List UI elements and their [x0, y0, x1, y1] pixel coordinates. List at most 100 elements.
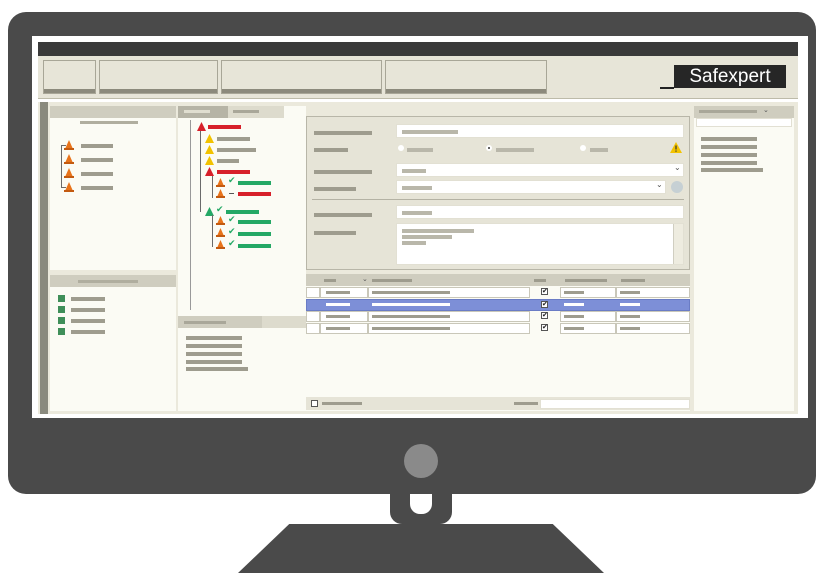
checkbox[interactable]: ✔ [541, 324, 548, 331]
tree-connector [200, 126, 201, 212]
checkbox[interactable]: ✔ [541, 288, 548, 295]
reference-field[interactable] [396, 205, 684, 219]
detail-line [186, 360, 242, 364]
measure-node-ok[interactable] [238, 244, 271, 248]
chevron-down-icon[interactable]: ⌄ [656, 180, 663, 189]
cell-value [372, 315, 450, 318]
title-bar [38, 42, 798, 56]
check-icon: ✔ [216, 204, 224, 214]
app-logo: Safexpert [674, 65, 786, 88]
form-label [314, 231, 356, 235]
right-list-item[interactable] [701, 161, 757, 165]
list-item[interactable] [71, 319, 105, 323]
check-icon: ✔ [228, 238, 236, 248]
check-icon: ✔ [228, 226, 236, 236]
radio-option-2[interactable] [486, 145, 492, 151]
right-list-item[interactable] [701, 168, 763, 172]
column-header[interactable] [565, 279, 607, 282]
left-dock-strip[interactable] [40, 102, 48, 414]
chevron-down-icon[interactable]: ⌄ [674, 163, 681, 172]
radio-option-1[interactable] [398, 145, 404, 151]
left-bottom-panel-title [78, 280, 138, 283]
category-select[interactable] [396, 163, 684, 177]
tab-inactive-label[interactable] [233, 110, 259, 113]
right-list-item[interactable] [701, 153, 757, 157]
details-tab-label [184, 321, 226, 324]
measure-node-ok[interactable] [238, 181, 271, 185]
ribbon-group-2[interactable] [99, 60, 218, 94]
list-item[interactable] [71, 297, 105, 301]
radio-option-1-label [407, 148, 433, 152]
tree-item-label[interactable] [81, 186, 113, 190]
name-field-value [402, 130, 458, 134]
hazard-node-critical[interactable] [208, 125, 241, 129]
column-header[interactable] [621, 279, 645, 282]
right-list-item[interactable] [701, 137, 757, 141]
ribbon-group-1[interactable] [43, 60, 96, 94]
cell-value [564, 291, 584, 294]
radio-option-2-label [496, 148, 534, 152]
hazard-node[interactable] [217, 159, 239, 163]
tree-item-label[interactable] [81, 144, 113, 148]
column-header[interactable] [324, 279, 336, 282]
details-tab-spacer [262, 316, 306, 328]
description-line [402, 241, 426, 245]
tree-item-label[interactable] [81, 158, 113, 162]
form-divider [312, 199, 684, 200]
cell-value [564, 327, 584, 330]
checkbox[interactable]: ✔ [541, 301, 548, 308]
monitor-base [238, 524, 604, 573]
status-circle-icon[interactable] [671, 181, 683, 193]
measure-node-open[interactable] [238, 192, 271, 196]
cell-value [372, 291, 450, 294]
footer-label [322, 402, 362, 405]
power-button-icon [404, 444, 438, 478]
logo-underline [660, 87, 674, 89]
list-item[interactable] [71, 308, 105, 312]
right-list-item[interactable] [701, 145, 757, 149]
measure-node-ok[interactable] [238, 220, 271, 224]
detail-line [186, 367, 248, 371]
row-selector[interactable] [306, 311, 320, 322]
list-item[interactable] [71, 330, 105, 334]
footer-checkbox[interactable] [311, 400, 318, 407]
tree-connector [212, 176, 213, 198]
form-label [314, 148, 348, 152]
chevron-down-icon[interactable]: ⌄ [763, 106, 769, 114]
ribbon-group-4[interactable] [385, 60, 547, 94]
row-selector[interactable] [306, 287, 320, 298]
radio-option-3-label [590, 148, 608, 152]
status-square-icon [58, 295, 65, 302]
column-header[interactable] [372, 279, 412, 282]
left-top-panel-header [50, 106, 176, 118]
textarea-scrollbar[interactable] [673, 224, 683, 264]
type-select-value [402, 186, 432, 190]
tab-active-label [184, 110, 210, 113]
tree-item-label[interactable] [81, 172, 113, 176]
ribbon-group-3[interactable] [221, 60, 382, 94]
checkbox[interactable]: ✔ [541, 312, 548, 319]
radio-option-3[interactable] [580, 145, 586, 151]
type-select[interactable] [396, 180, 666, 194]
right-panel-filter[interactable] [696, 118, 792, 127]
hazard-node[interactable] [217, 137, 250, 141]
sort-icon[interactable]: ⌄ [362, 275, 368, 283]
left-top-panel-title [80, 121, 138, 124]
measure-node-ok[interactable] [238, 232, 271, 236]
description-line [402, 229, 474, 233]
reference-field-value [402, 211, 432, 215]
hazard-node[interactable] [217, 148, 256, 152]
cell-value [620, 303, 640, 306]
cell-value [326, 291, 350, 294]
status-square-icon [58, 328, 65, 335]
cell-value [620, 291, 640, 294]
cell-value [372, 303, 450, 306]
cell-value [564, 315, 584, 318]
column-header[interactable] [534, 279, 546, 282]
hazard-node-critical[interactable] [217, 170, 250, 174]
row-selector[interactable] [306, 323, 320, 334]
form-label [314, 187, 356, 191]
detail-line [186, 352, 242, 356]
footer-input[interactable] [540, 399, 690, 409]
footer-label [514, 402, 538, 405]
